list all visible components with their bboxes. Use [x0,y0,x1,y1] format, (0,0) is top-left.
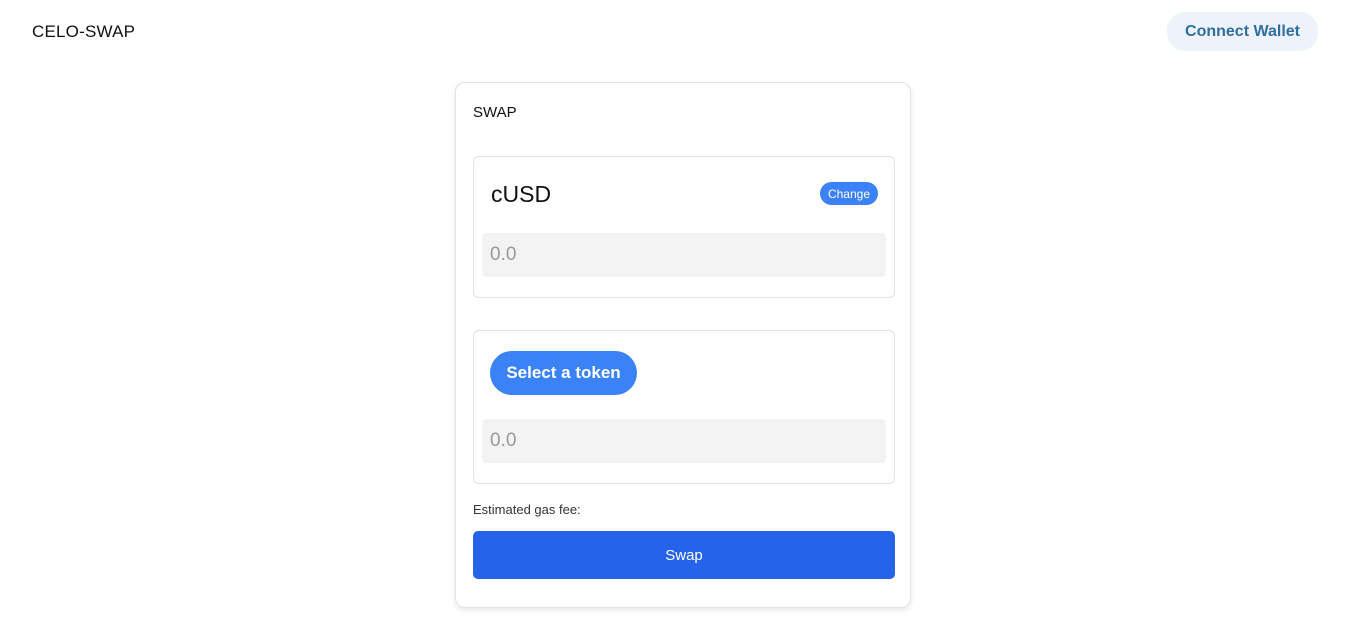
swap-button[interactable]: Swap [473,531,895,579]
swap-card: SWAP cUSD Change Select a token Estimate… [455,82,911,608]
app-header: CELO-SWAP Connect Wallet [0,0,1366,64]
connect-wallet-button[interactable]: Connect Wallet [1167,12,1318,51]
change-token-button[interactable]: Change [819,182,878,205]
from-token-symbol: cUSD [491,181,552,207]
to-amount-input[interactable] [482,419,886,463]
to-token-panel: Select a token [473,330,895,484]
swap-card-title: SWAP [473,104,517,121]
estimated-gas-fee-label: Estimated gas fee: [473,502,581,517]
from-amount-input[interactable] [482,233,886,277]
select-token-button[interactable]: Select a token [490,351,637,395]
from-token-panel: cUSD Change [473,156,895,298]
app-brand: CELO-SWAP [32,22,136,41]
